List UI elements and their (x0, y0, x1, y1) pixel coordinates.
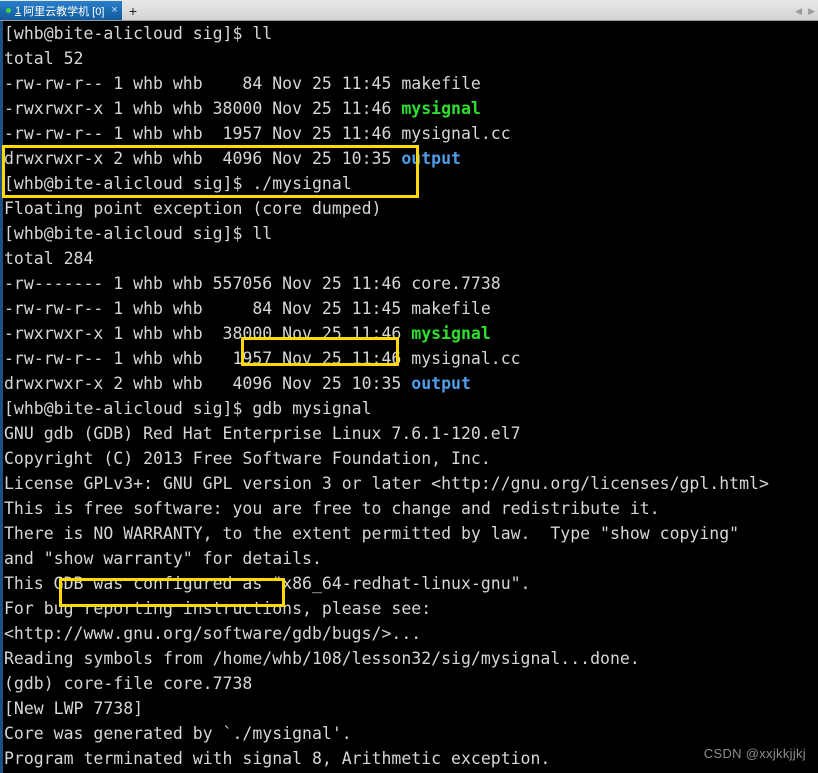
chevron-left-icon[interactable]: ◀ (792, 6, 805, 20)
terminal-line: License GPLv3+: GNU GPL version 3 or lat… (4, 471, 818, 496)
terminal-line-text: -rwxrwxr-x 1 whb whb 38000 Nov 25 11:46 (4, 324, 412, 343)
terminal-line-text: (gdb) core-file core.7738 (4, 674, 253, 693)
terminal-line-text: -rw------- 1 whb whb 557056 Nov 25 11:46… (4, 274, 501, 293)
terminal-line: [whb@bite-alicloud sig]$ ./mysignal (4, 171, 818, 196)
terminal-line-text: drwxrwxr-x 2 whb whb 4096 Nov 25 10:35 (4, 149, 402, 168)
terminal-line: -rwxrwxr-x 1 whb whb 38000 Nov 25 11:46 … (4, 96, 818, 121)
terminal-line: <http://www.gnu.org/software/gdb/bugs/>.… (4, 621, 818, 646)
terminal-line: -rwxrwxr-x 1 whb whb 38000 Nov 25 11:46 … (4, 321, 818, 346)
terminal-line-text: Core was generated by `./mysignal'. (4, 724, 352, 743)
terminal-line-text: -rw-rw-r-- 1 whb whb 1957 Nov 25 11:46 m… (4, 349, 521, 368)
terminal-line-text: [New LWP 7738] (4, 699, 144, 718)
terminal-line: Copyright (C) 2013 Free Software Foundat… (4, 446, 818, 471)
terminal-output-area: [whb@bite-alicloud sig]$ ll total 52 -rw-r… (4, 21, 818, 773)
terminal-line-text: [whb@bite-alicloud sig]$ ll (4, 224, 273, 243)
terminal-line-text: Program terminated with signal 8, Arithm… (4, 749, 551, 768)
tab-title: 阿里云教学机 [0] (23, 5, 105, 18)
terminal-line-text: This is free software: you are free to c… (4, 499, 660, 518)
terminal-line-text: <http://www.gnu.org/software/gdb/bugs/>.… (4, 624, 422, 643)
terminal-line-text: and "show warranty" for details. (4, 549, 322, 568)
terminal-line: Reading symbols from /home/whb/108/lesso… (4, 646, 818, 671)
terminal-line: -rw-rw-r-- 1 whb whb 84 Nov 25 11:45 mak… (4, 71, 818, 96)
terminal-line: (gdb) core-file core.7738 (4, 671, 818, 696)
window-tab-bar: 1 阿里云教学机 [0] × + ◀ ▶ (0, 0, 818, 21)
terminal-line: total 52 (4, 46, 818, 71)
terminal-line: and "show warranty" for details. (4, 546, 818, 571)
directory-name: output (401, 149, 461, 168)
watermark-label: CSDN @xxjkkjjkj (703, 746, 806, 761)
terminal-line-text: License GPLv3+: GNU GPL version 3 or lat… (4, 474, 769, 493)
terminal-line-text: -rw-rw-r-- 1 whb whb 1957 Nov 25 11:46 m… (4, 124, 511, 143)
tab-active-dot (6, 8, 11, 13)
terminal-line-text: [whb@bite-alicloud sig]$ ./mysignal (4, 174, 352, 193)
terminal-line-text: -rw-rw-r-- 1 whb whb 84 Nov 25 11:45 mak… (4, 299, 491, 318)
terminal-line-text: [whb@bite-alicloud sig]$ gdb mysignal (4, 399, 372, 418)
terminal-line: [New LWP 7738] (4, 696, 818, 721)
terminal-line-text: total 52 (4, 49, 84, 68)
terminal-line: -rw-rw-r-- 1 whb whb 1957 Nov 25 11:46 m… (4, 346, 818, 371)
terminal-line: [whb@bite-alicloud sig]$ ll (4, 21, 818, 46)
terminal-line: -rw-rw-r-- 1 whb whb 84 Nov 25 11:45 mak… (4, 296, 818, 321)
terminal-line-text: drwxrwxr-x 2 whb whb 4096 Nov 25 10:35 (4, 374, 412, 393)
terminal-line-text: GNU gdb (GDB) Red Hat Enterprise Linux 7… (4, 424, 521, 443)
terminal-line-text: Reading symbols from /home/whb/108/lesso… (4, 649, 640, 668)
terminal-line-text: [whb@bite-alicloud sig]$ ll (4, 24, 273, 43)
terminal-line: drwxrwxr-x 2 whb whb 4096 Nov 25 10:35 o… (4, 371, 818, 396)
close-icon[interactable]: × (111, 5, 117, 16)
terminal-line-text: total 284 (4, 249, 94, 268)
terminal-line-text: Floating point exception (core dumped) (4, 199, 382, 218)
terminal-line: drwxrwxr-x 2 whb whb 4096 Nov 25 10:35 o… (4, 146, 818, 171)
directory-name: output (411, 374, 471, 393)
terminal-window[interactable]: [whb@bite-alicloud sig]$ ll total 52 -rw-r… (0, 21, 818, 773)
terminal-line-text: This GDB was configured as "x86_64-redha… (4, 574, 531, 593)
terminal-line-text: -rwxrwxr-x 1 whb whb 38000 Nov 25 11:46 (4, 99, 402, 118)
tab-index: 1 (15, 4, 22, 17)
chevron-right-icon[interactable]: ▶ (805, 6, 818, 20)
executable-name: mysignal (411, 324, 491, 343)
terminal-line-text: There is NO WARRANTY, to the extent perm… (4, 524, 740, 543)
terminal-line: [whb@bite-alicloud sig]$ ll (4, 221, 818, 246)
terminal-line-text: -rw-rw-r-- 1 whb whb 84 Nov 25 11:45 mak… (4, 74, 481, 93)
terminal-line: Program terminated with signal 8, Arithm… (4, 746, 818, 771)
terminal-line-text: For bug reporting instructions, please s… (4, 599, 432, 618)
terminal-scrollbar[interactable] (0, 21, 3, 773)
terminal-line: GNU gdb (GDB) Red Hat Enterprise Linux 7… (4, 421, 818, 446)
terminal-line: -rw-rw-r-- 1 whb whb 1957 Nov 25 11:46 m… (4, 121, 818, 146)
terminal-line: [whb@bite-alicloud sig]$ gdb mysignal (4, 396, 818, 421)
terminal-line: For bug reporting instructions, please s… (4, 596, 818, 621)
terminal-line-text: Copyright (C) 2013 Free Software Foundat… (4, 449, 491, 468)
terminal-line: -rw------- 1 whb whb 557056 Nov 25 11:46… (4, 271, 818, 296)
terminal-line: Floating point exception (core dumped) (4, 196, 818, 221)
terminal-line: Core was generated by `./mysignal'. (4, 721, 818, 746)
terminal-line: This GDB was configured as "x86_64-redha… (4, 571, 818, 596)
new-tab-button[interactable]: + (122, 2, 144, 20)
terminal-line: total 284 (4, 246, 818, 271)
executable-name: mysignal (401, 99, 481, 118)
terminal-line: This is free software: you are free to c… (4, 496, 818, 521)
terminal-tab[interactable]: 1 阿里云教学机 [0] × (0, 1, 122, 20)
terminal-line: There is NO WARRANTY, to the extent perm… (4, 521, 818, 546)
